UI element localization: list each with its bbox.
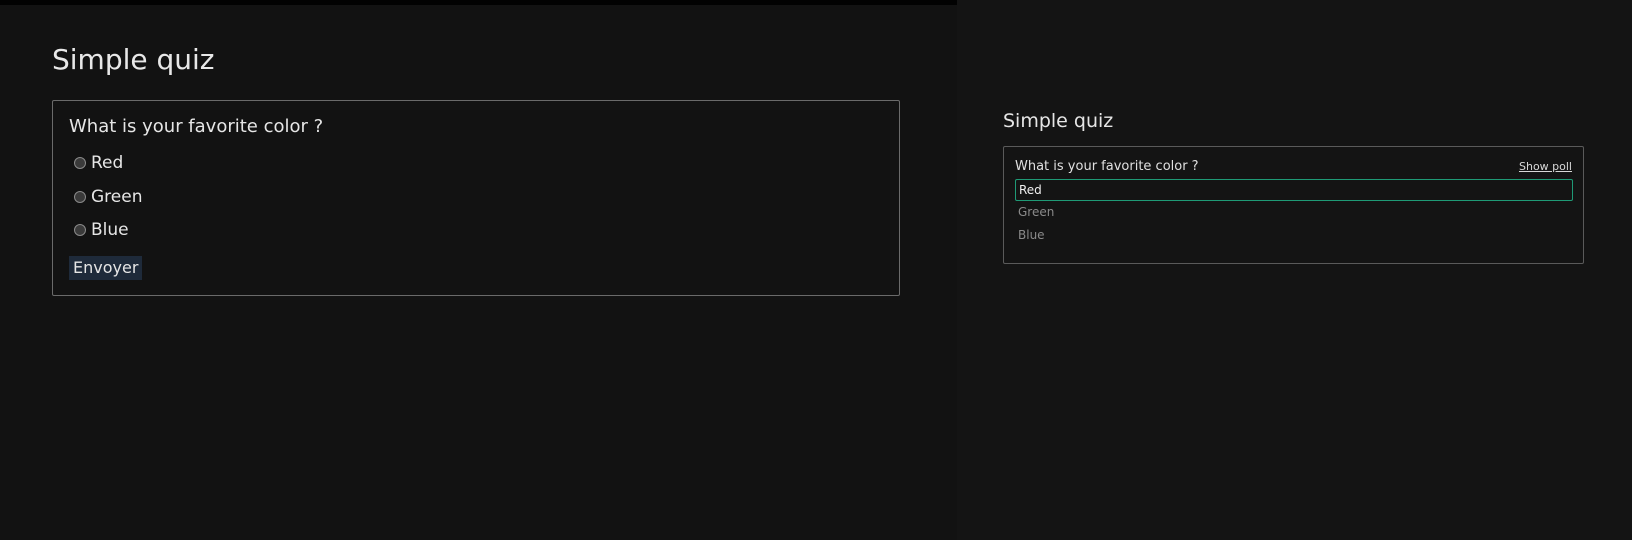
poll-option-blue[interactable]: Blue [1015,225,1573,247]
radio-blue[interactable] [74,224,86,236]
option-blue[interactable]: Blue [74,220,129,240]
radio-green[interactable] [74,191,86,203]
poll-option-green[interactable]: Green [1015,202,1573,224]
poll-question: What is your favorite color ? [1015,159,1199,174]
app-window: Simple quiz What is your favorite color … [0,0,1632,540]
quiz-title: Simple quiz [52,43,215,76]
option-label: Green [91,187,143,207]
option-label: Red [91,153,124,173]
option-red[interactable]: Red [74,153,123,173]
poll-card: What is your favorite color ? Show poll … [1003,146,1584,264]
submit-button[interactable]: Envoyer [69,256,143,280]
quiz-question: What is your favorite color ? [69,116,324,137]
quiz-form: What is your favorite color ? Red Green … [52,100,900,296]
poll-title: Simple quiz [1003,110,1114,132]
show-poll-link[interactable]: Show poll [1519,160,1572,174]
option-green[interactable]: Green [74,187,142,207]
quiz-pane: Simple quiz What is your favorite color … [0,5,957,540]
radio-red[interactable] [74,157,86,169]
poll-option-red[interactable]: Red [1015,179,1573,201]
option-label: Blue [91,220,129,240]
poll-pane: Simple quiz What is your favorite color … [957,0,1632,540]
